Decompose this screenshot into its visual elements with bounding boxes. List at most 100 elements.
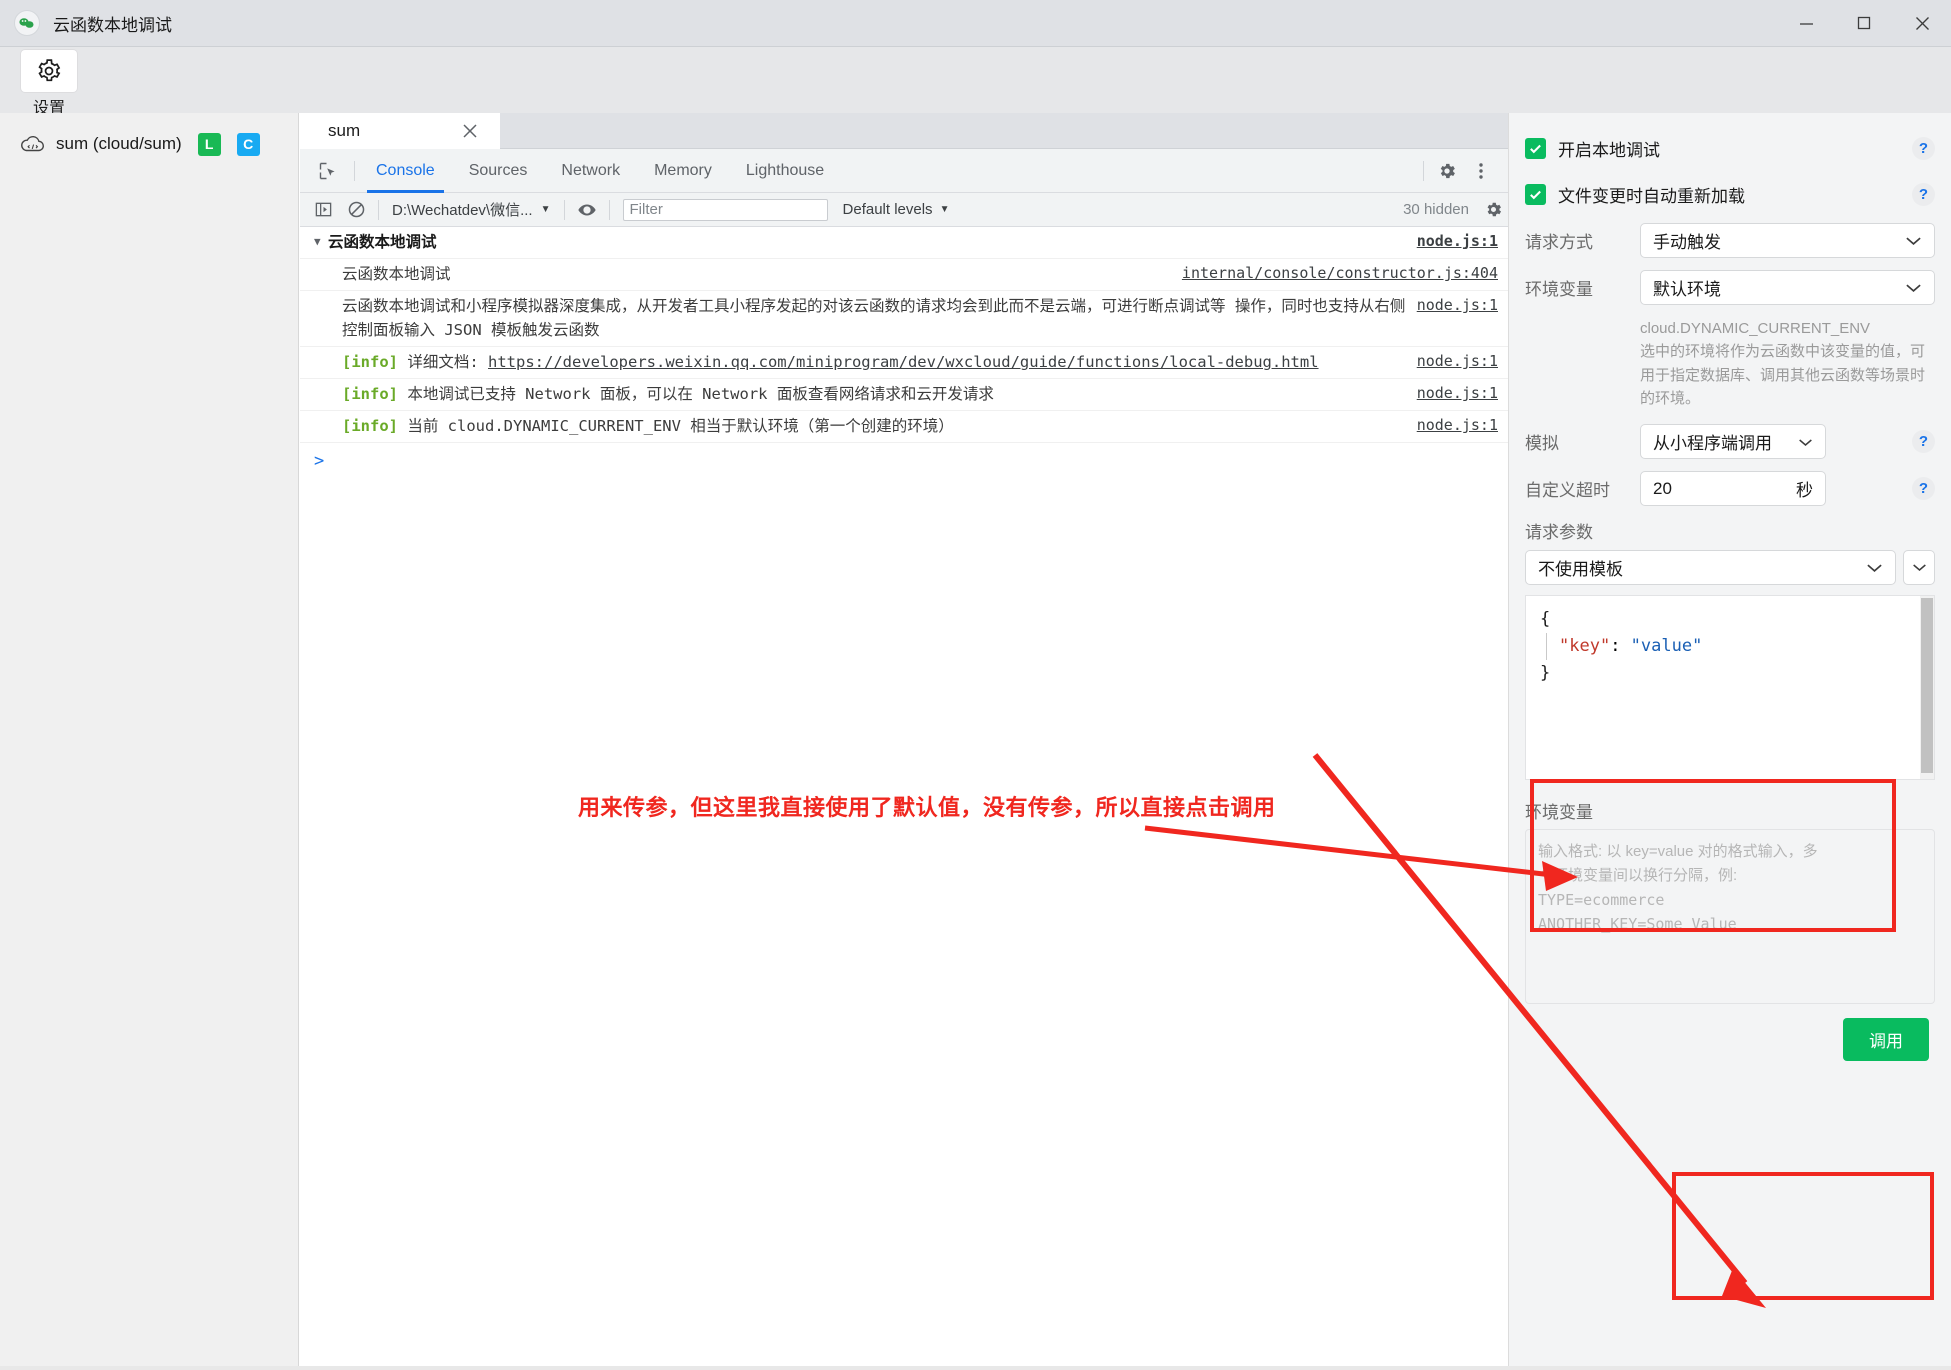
- timeout-value: 20: [1653, 478, 1672, 498]
- log-message: [info] 当前 cloud.DYNAMIC_CURRENT_ENV 相当于默…: [314, 414, 1417, 438]
- execute-sidebar-icon[interactable]: [308, 195, 338, 225]
- execution-context-selector[interactable]: D:\Wechatdev\微信... ▼: [386, 199, 557, 220]
- app-logo-icon: [14, 10, 40, 36]
- log-source-link[interactable]: node.js:1: [1417, 382, 1498, 405]
- execution-context-value: D:\Wechatdev\微信...: [392, 202, 533, 219]
- annotation-box-json-editor: [1530, 779, 1896, 932]
- hidden-messages-count: 30 hidden: [1403, 201, 1469, 218]
- more-vertical-icon[interactable]: [1466, 156, 1496, 186]
- tool-strip: 设置: [0, 47, 1951, 117]
- chevron-down-icon: ▼: [939, 204, 950, 215]
- gear-icon[interactable]: [1478, 195, 1508, 225]
- scrollbar-thumb[interactable]: [1921, 598, 1933, 773]
- log-source-link[interactable]: node.js:1: [1417, 414, 1498, 437]
- log-source-link[interactable]: node.js:1: [1417, 294, 1498, 317]
- minimize-button[interactable]: [1777, 0, 1835, 47]
- log-source-link[interactable]: internal/console/constructor.js:404: [1182, 262, 1498, 285]
- json-line-close: }: [1540, 663, 1551, 684]
- log-levels-selector[interactable]: Default levels ▼: [843, 201, 950, 218]
- clear-console-icon[interactable]: [341, 195, 371, 225]
- tab-sources[interactable]: Sources: [452, 149, 545, 193]
- help-icon[interactable]: ?: [1912, 136, 1935, 160]
- json-editor-scrollbar[interactable]: [1920, 596, 1934, 779]
- close-icon[interactable]: [460, 121, 480, 141]
- environment-value: 默认环境: [1653, 280, 1721, 299]
- help-icon[interactable]: ?: [1912, 477, 1935, 500]
- json-params-editor[interactable]: { "key": "value" }: [1525, 595, 1935, 780]
- simulate-select[interactable]: 从小程序端调用: [1640, 424, 1826, 459]
- log-source-link[interactable]: node.js:1: [1417, 230, 1498, 253]
- console-log-row: 云函数本地调试 internal/console/constructor.js:…: [300, 259, 1508, 292]
- gear-icon[interactable]: [21, 50, 77, 92]
- timeout-row: 自定义超时 20 秒 ?: [1525, 471, 1935, 506]
- template-select[interactable]: 不使用模板: [1525, 550, 1896, 585]
- template-value: 不使用模板: [1538, 560, 1623, 579]
- environment-hint: cloud.DYNAMIC_CURRENT_ENV 选中的环境将作为云函数中该变…: [1640, 317, 1935, 410]
- log-level-tag: [info]: [342, 353, 398, 372]
- timeout-input[interactable]: 20 秒: [1640, 471, 1826, 506]
- doc-link[interactable]: https://developers.weixin.qq.com/minipro…: [488, 353, 1319, 371]
- enable-local-debug-label: 开启本地调试: [1558, 140, 1660, 160]
- simulate-row: 模拟 从小程序端调用 ?: [1525, 424, 1935, 459]
- help-icon[interactable]: ?: [1912, 430, 1935, 453]
- checkbox-enable-local-debug[interactable]: [1525, 137, 1546, 159]
- json-line-open: {: [1540, 609, 1551, 629]
- console-log-row: [info] 详细文档: https://developers.weixin.q…: [300, 347, 1508, 380]
- simulate-value: 从小程序端调用: [1653, 434, 1772, 453]
- auto-reload-label: 文件变更时自动重新加载: [1558, 186, 1745, 206]
- json-key: "key": [1559, 636, 1611, 657]
- log-text: 本地调试已支持 Network 面板，可以在 Network 面板查看网络请求和…: [407, 385, 994, 404]
- log-text: 详细文档:: [407, 353, 489, 372]
- cloud-function-icon: [20, 134, 48, 154]
- enable-local-debug-row[interactable]: 开启本地调试 ?: [1525, 131, 1935, 165]
- devtools-tab-bar: Console Sources Network Memory Lighthous…: [300, 149, 1508, 193]
- close-button[interactable]: [1893, 0, 1951, 47]
- request-method-select[interactable]: 手动触发: [1640, 223, 1935, 258]
- simulate-label: 模拟: [1525, 434, 1559, 453]
- tab-memory[interactable]: Memory: [637, 149, 729, 193]
- timeout-label: 自定义超时: [1525, 481, 1610, 500]
- console-group-header[interactable]: ▼ 云函数本地调试 node.js:1: [300, 227, 1508, 260]
- template-expand-button[interactable]: [1903, 550, 1935, 585]
- log-source-link[interactable]: node.js:1: [1417, 350, 1498, 373]
- devtools-tab-actions: [1419, 156, 1508, 186]
- maximize-button[interactable]: [1835, 0, 1893, 47]
- log-levels-value: Default levels: [842, 201, 933, 218]
- title-bar: 云函数本地调试: [0, 0, 1951, 47]
- chevron-down-icon: ▼: [540, 204, 551, 215]
- divider: [378, 199, 379, 220]
- window-controls: [1777, 0, 1951, 47]
- log-message: 云函数本地调试和小程序模拟器深度集成，从开发者工具小程序发起的对该云函数的请求均…: [342, 297, 1406, 340]
- file-tab-sum[interactable]: sum: [300, 113, 500, 149]
- timeout-unit: 秒: [1796, 481, 1813, 500]
- request-method-value: 手动触发: [1653, 233, 1721, 252]
- console-prompt[interactable]: >: [300, 443, 1508, 479]
- log-message: 云函数本地调试: [342, 265, 451, 284]
- environment-hint-body: 选中的环境将作为云函数中该变量的值，可用于指定数据库、调用其他云函数等场景时的环…: [1640, 343, 1926, 407]
- divider: [1423, 160, 1424, 181]
- window-title: 云函数本地调试: [53, 15, 172, 35]
- help-icon[interactable]: ?: [1912, 182, 1935, 206]
- checkbox-auto-reload[interactable]: [1525, 183, 1546, 205]
- annotation-note: 用来传参，但这里我直接使用了默认值，没有传参，所以直接点击调用: [578, 795, 1276, 820]
- call-button[interactable]: 调用: [1843, 1017, 1929, 1061]
- filter-input[interactable]: Filter: [622, 198, 828, 221]
- auto-reload-row[interactable]: 文件变更时自动重新加载 ?: [1525, 177, 1935, 211]
- badge-local: L: [197, 132, 221, 156]
- tab-console[interactable]: Console: [359, 149, 452, 193]
- file-tab-strip: sum: [300, 113, 1508, 149]
- cloud-function-name: sum (cloud/sum): [56, 134, 182, 153]
- environment-select[interactable]: 默认环境: [1640, 270, 1935, 305]
- sidebar-item-cloud-function[interactable]: sum (cloud/sum) L C: [0, 124, 298, 164]
- settings-control[interactable]: 设置: [17, 50, 81, 118]
- inspect-element-icon[interactable]: [314, 157, 342, 185]
- tab-lighthouse[interactable]: Lighthouse: [729, 149, 841, 193]
- live-expression-eye-icon[interactable]: [572, 195, 602, 225]
- console-toolbar: D:\Wechatdev\微信... ▼ Filter Default leve…: [300, 193, 1508, 227]
- console-log-row: [info] 当前 cloud.DYNAMIC_CURRENT_ENV 相当于默…: [300, 411, 1508, 444]
- tab-network[interactable]: Network: [544, 149, 637, 193]
- chevron-down-icon[interactable]: ▼: [314, 233, 328, 250]
- json-colon: :: [1610, 636, 1631, 657]
- badge-cloud: C: [236, 132, 260, 156]
- gear-icon[interactable]: [1432, 156, 1462, 186]
